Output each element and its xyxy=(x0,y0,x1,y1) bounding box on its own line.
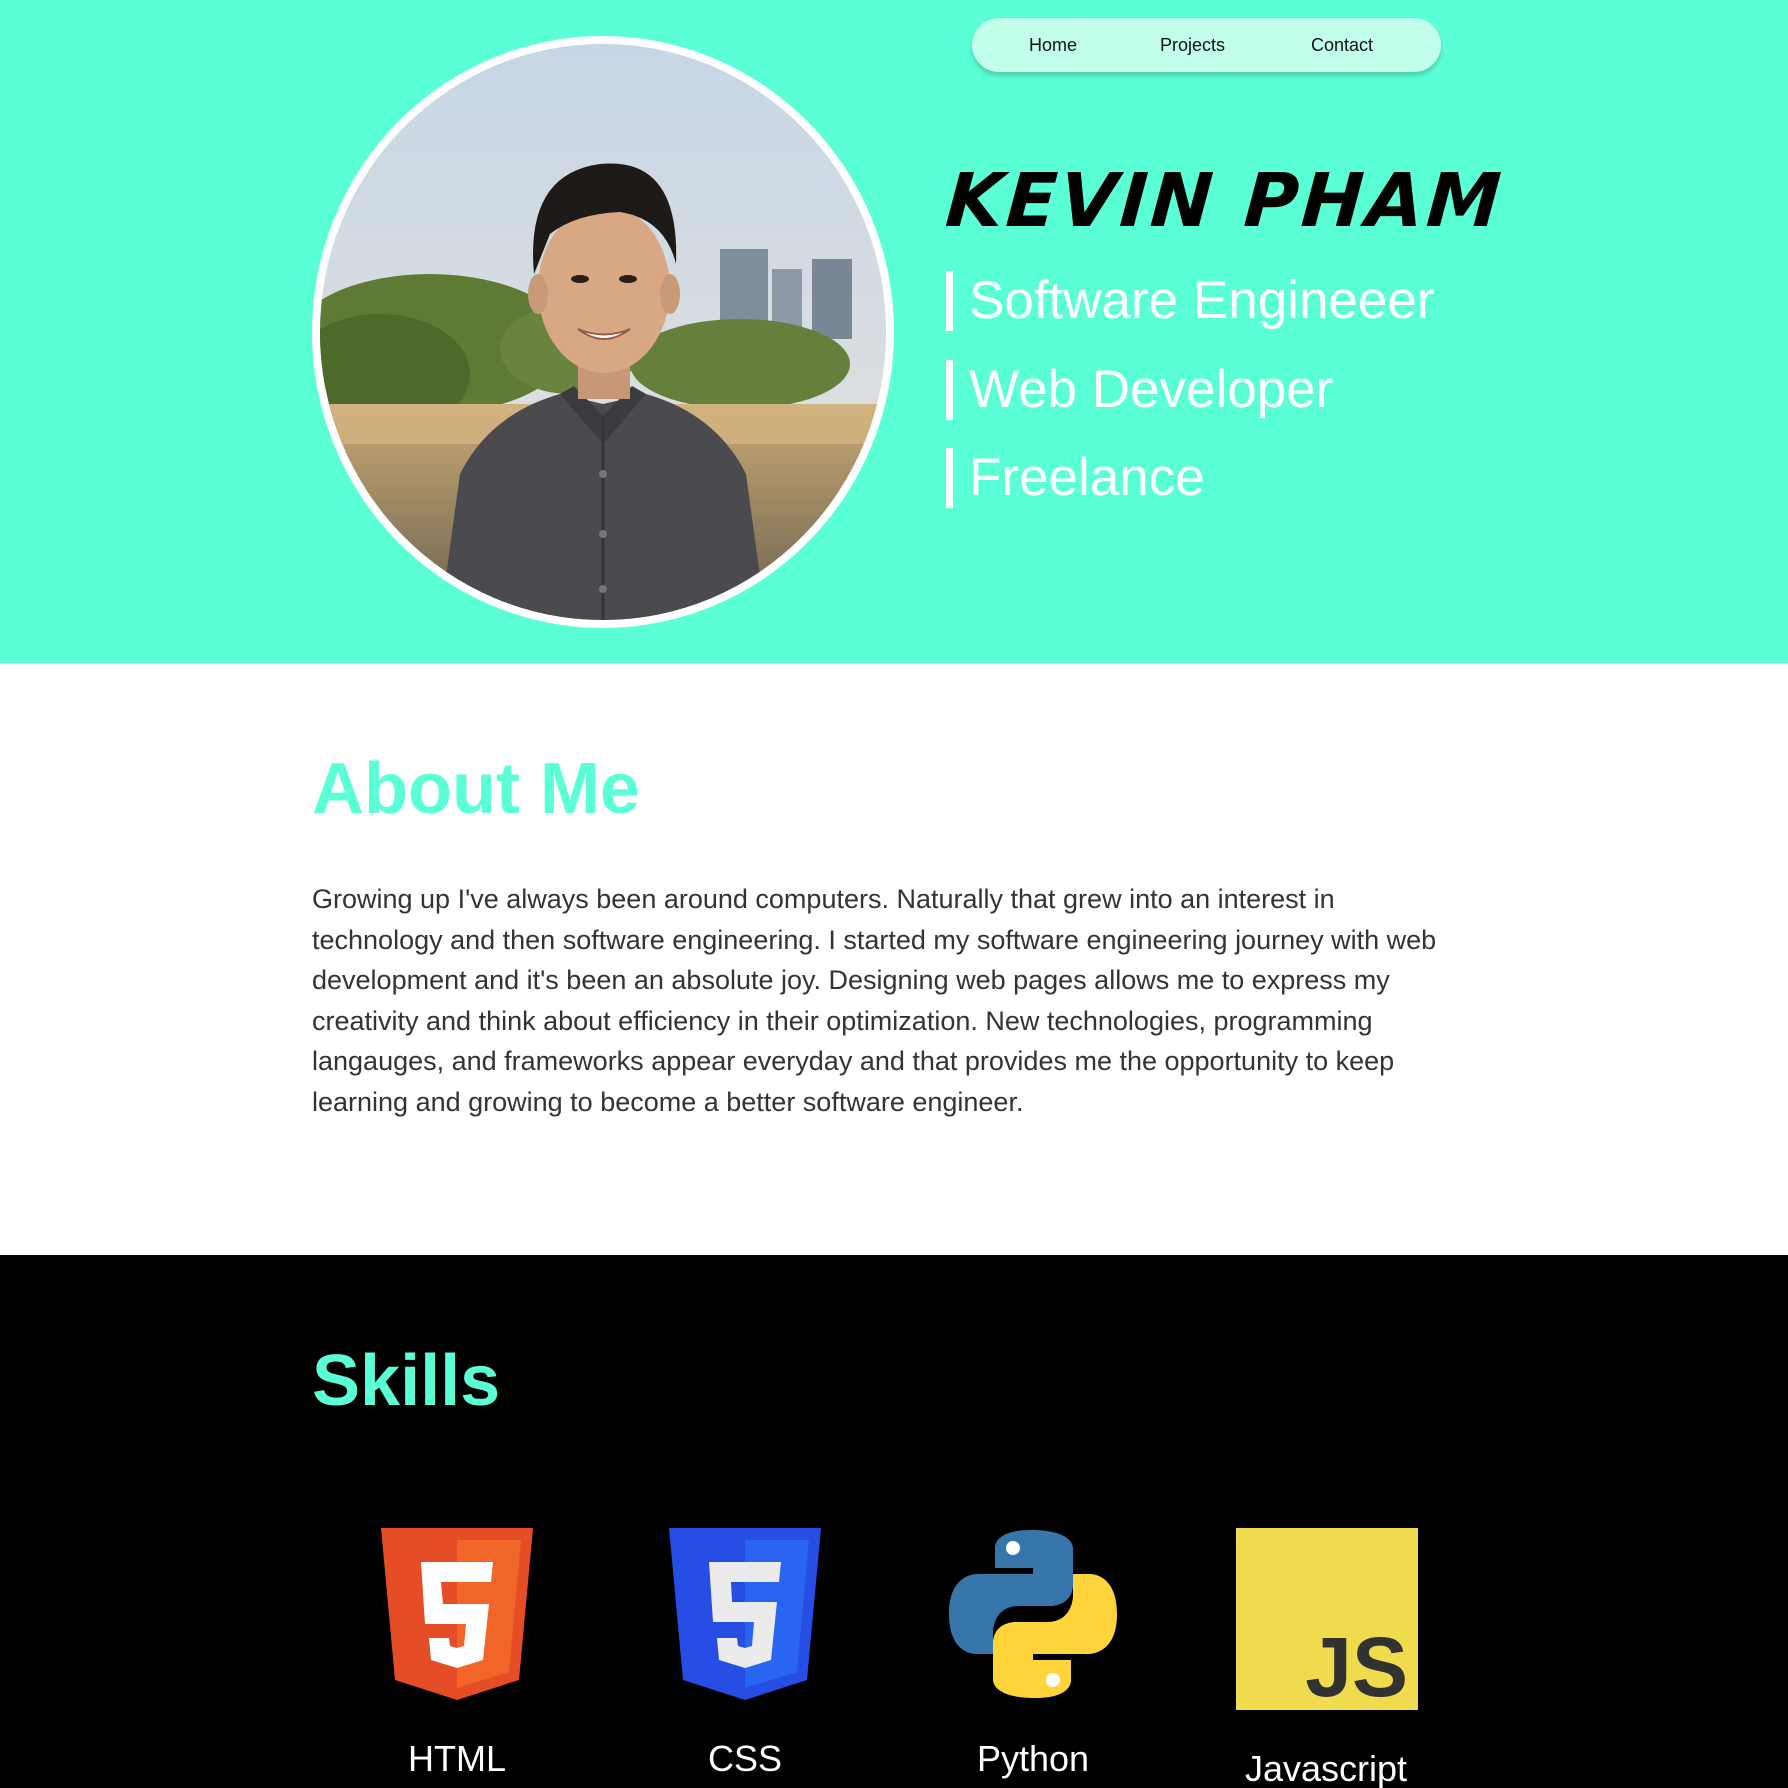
nav-link-home[interactable]: Home xyxy=(1029,18,1077,72)
skill-label-python: Python xyxy=(976,1738,1090,1779)
javascript-logo-icon: JS xyxy=(1236,1528,1418,1714)
nav-bar: Home Projects Contact xyxy=(972,18,1441,72)
about-title: About Me xyxy=(312,749,640,829)
html5-logo-icon xyxy=(381,1528,533,1704)
hero-role-web-developer: Web Developer xyxy=(946,360,1333,420)
hero-section: Home Projects Contact KEVIN PHAM Softwar… xyxy=(0,0,1788,663)
hero-role-software-engineer: Software Engineeer xyxy=(946,271,1435,331)
about-paragraph: Growing up I've always been around compu… xyxy=(312,884,1437,1117)
hero-role-freelance: Freelance xyxy=(946,448,1205,508)
js-badge-text: JS xyxy=(1305,1620,1408,1710)
python-logo-icon xyxy=(947,1528,1119,1704)
skills-section: Skills HTML CSS Python JS Javascript xyxy=(0,1255,1788,1788)
skill-label-css: CSS xyxy=(707,1738,783,1779)
skill-label-javascript: Javascript xyxy=(1244,1748,1408,1788)
nav-link-projects[interactable]: Projects xyxy=(1160,18,1225,72)
css3-logo-icon xyxy=(669,1528,821,1704)
profile-photo xyxy=(312,36,894,628)
about-section: About Me Growing up I've always been aro… xyxy=(0,663,1788,1255)
hero-name: KEVIN PHAM xyxy=(942,158,1507,244)
nav-link-contact[interactable]: Contact xyxy=(1311,18,1373,72)
skill-label-html: HTML xyxy=(408,1738,506,1779)
skills-title: Skills xyxy=(312,1341,501,1421)
